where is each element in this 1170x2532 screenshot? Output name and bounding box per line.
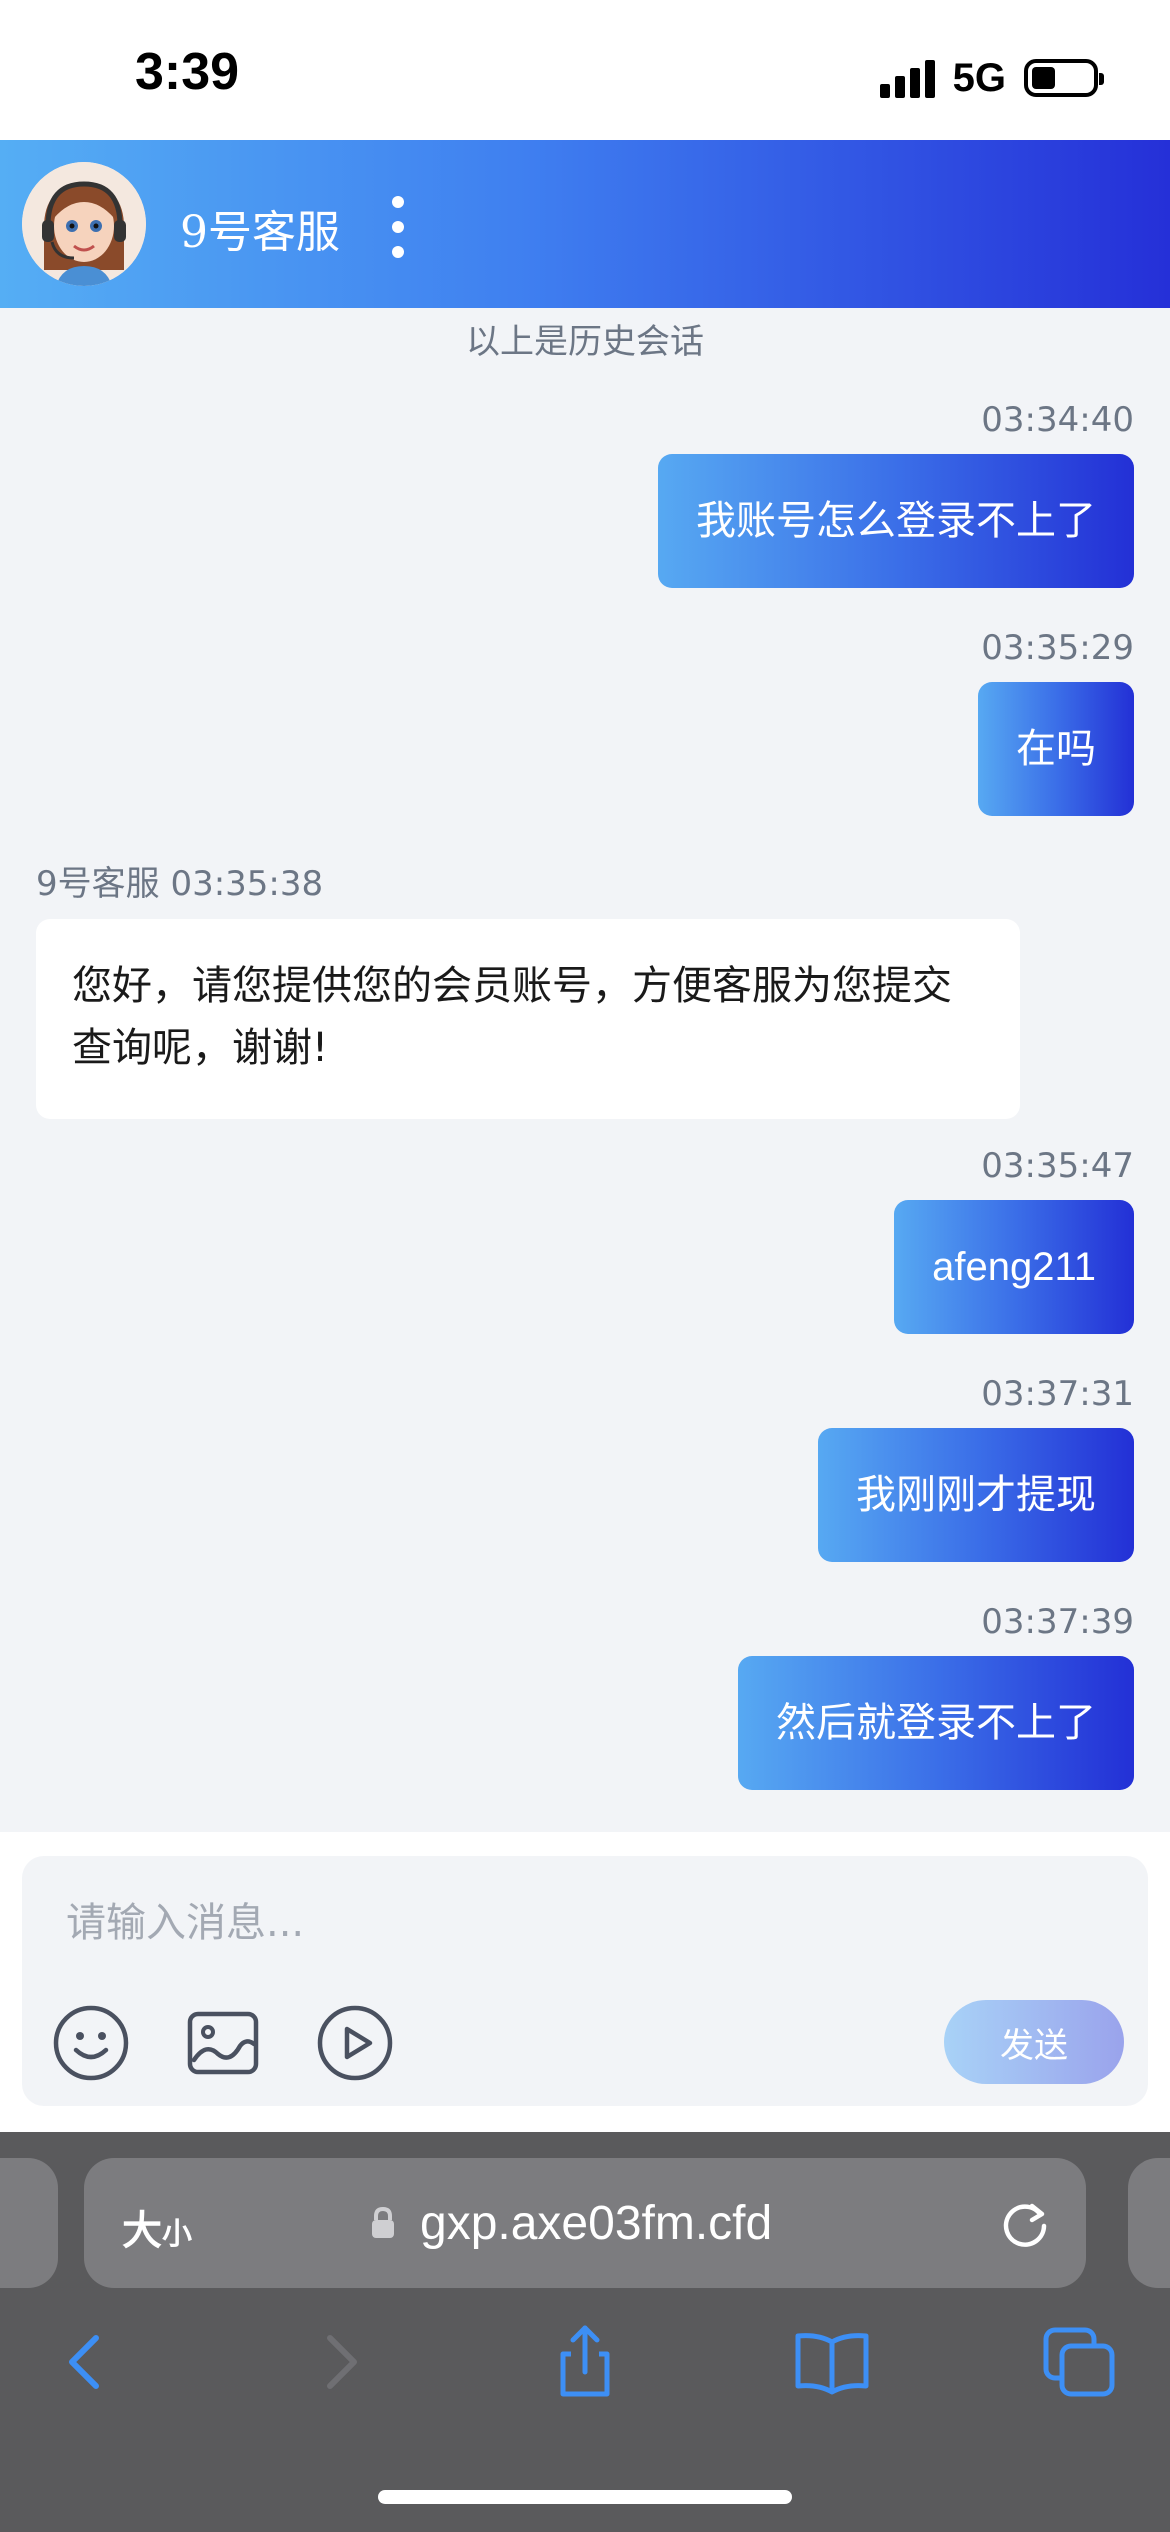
image-icon[interactable] [184,2004,262,2082]
browser-toolbar: 大小 gxp.axe03fm.cfd [0,2132,1170,2532]
emoji-icon[interactable] [52,2004,130,2082]
message-timestamp: 03:35:47 [981,1146,1134,1186]
composer: 发送 [22,1856,1148,2106]
agent-avatar [22,162,146,286]
input-panel: 发送 [0,1832,1170,2132]
status-bar: 3:39 5G [0,0,1170,140]
status-time: 3:39 [135,43,240,101]
tabs-icon[interactable] [1040,2322,1120,2402]
video-icon[interactable] [316,2004,394,2082]
previous-tab-peek[interactable] [0,2158,58,2288]
chat-area[interactable]: 以上是历史会话 03:34:40 我账号怎么登录不上了 03:35:29 在吗 … [0,308,1170,1832]
lock-icon [370,2206,396,2240]
message-bubble[interactable]: 然后就登录不上了 [738,1656,1134,1790]
message-timestamp: 03:35:29 [981,628,1134,668]
back-icon[interactable] [46,2322,126,2402]
message-timestamp: 03:37:31 [981,1374,1134,1414]
network-type: 5G [952,55,1006,100]
reload-icon[interactable] [998,2196,1052,2250]
message-timestamp: 03:37:39 [981,1602,1134,1642]
share-icon[interactable] [545,2322,625,2402]
message-input[interactable] [66,1896,966,1950]
home-indicator[interactable] [378,2490,792,2504]
agent-name: 9号客服 [180,207,340,258]
message-bubble[interactable]: 我刚刚才提现 [818,1428,1134,1562]
message-incoming: 9号客服 03:35:38 您好，请您提供您的会员账号，方便客服为您提交查询呢，… [36,856,1020,1119]
address-bar[interactable]: 大小 gxp.axe03fm.cfd [84,2158,1086,2288]
next-tab-peek[interactable] [1128,2158,1170,2288]
text-size-button[interactable]: 大小 [122,2198,192,2256]
battery-icon [1024,59,1104,97]
send-button[interactable]: 发送 [944,2000,1124,2084]
chat-header: 9号客服 [0,140,1170,308]
message-outgoing: 03:37:31 我刚刚才提现 [818,1374,1134,1562]
message-bubble[interactable]: 您好，请您提供您的会员账号，方便客服为您提交查询呢，谢谢! [36,919,1020,1119]
message-sender-timestamp: 9号客服 03:35:38 [36,864,324,904]
message-outgoing: 03:35:29 在吗 [978,628,1134,816]
message-bubble[interactable]: afeng211 [894,1200,1134,1334]
forward-icon[interactable] [300,2322,380,2402]
url-text: gxp.axe03fm.cfd [420,2197,773,2250]
message-outgoing: 03:35:47 afeng211 [894,1146,1134,1334]
message-outgoing: 03:34:40 我账号怎么登录不上了 [658,400,1134,588]
message-bubble[interactable]: 我账号怎么登录不上了 [658,454,1134,588]
message-outgoing: 03:37:39 然后就登录不上了 [738,1602,1134,1790]
message-timestamp: 03:34:40 [981,400,1134,440]
message-bubble[interactable]: 在吗 [978,682,1134,816]
history-note: 以上是历史会话 [466,322,704,362]
more-options-icon[interactable] [384,196,412,258]
bookmarks-icon[interactable] [792,2322,872,2402]
status-indicators: 5G [879,54,1104,102]
signal-icon [879,58,935,98]
